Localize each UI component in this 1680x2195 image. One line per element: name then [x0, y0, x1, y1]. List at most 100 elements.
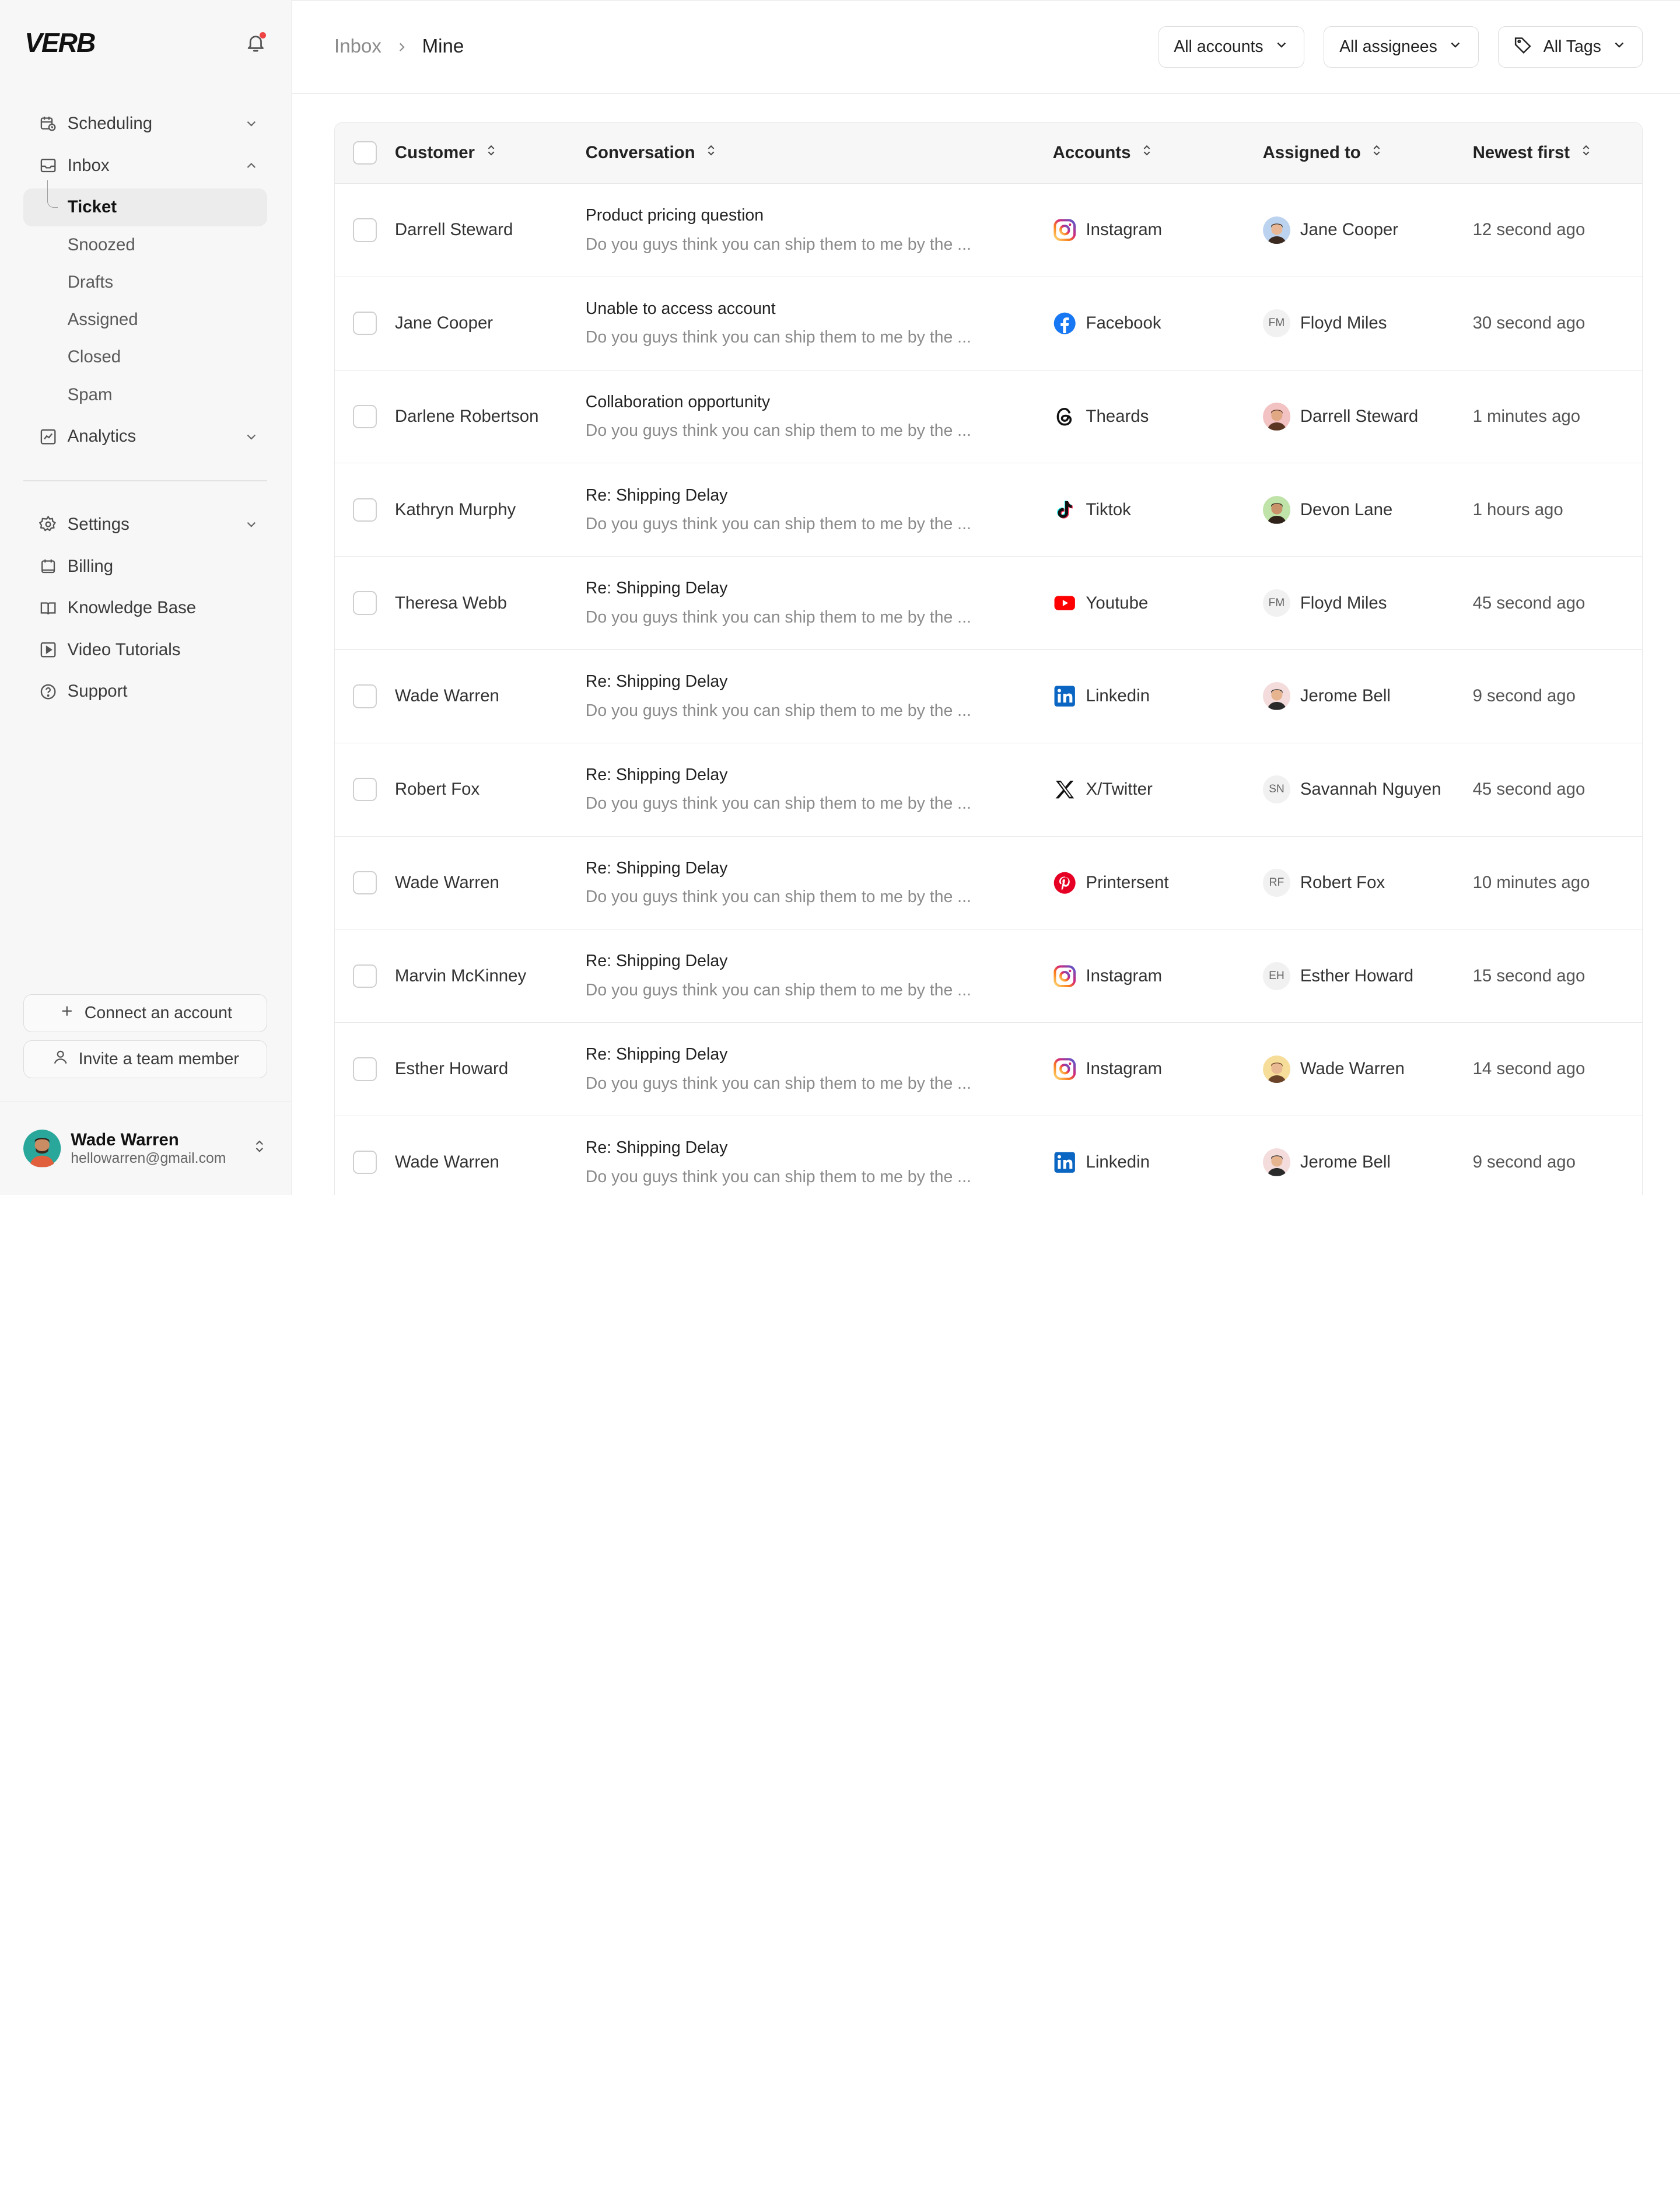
account-cell: Youtube — [1053, 591, 1263, 614]
row-checkbox[interactable] — [353, 404, 377, 429]
row-checkbox[interactable] — [353, 312, 377, 335]
conversation-cell[interactable]: Re: Shipping Delay Do you guys think you … — [586, 672, 1053, 721]
col-accounts[interactable]: Accounts — [1053, 142, 1263, 163]
nav-item-billing[interactable]: Billing — [23, 547, 267, 585]
customer-name: Esther Howard — [394, 1059, 509, 1079]
accounts-filter-dropdown[interactable]: All accounts — [1158, 26, 1305, 68]
conversation-cell[interactable]: Unable to access account Do you guys thin… — [586, 299, 1053, 348]
table-row[interactable]: Wade Warren Re: Shipping Delay Do you guys… — [334, 1116, 1643, 1195]
account-name: Linkedin — [1086, 686, 1150, 706]
row-checkbox[interactable] — [353, 1057, 377, 1081]
avatar: RF — [1262, 869, 1291, 897]
select-all-checkbox[interactable] — [353, 141, 377, 165]
row-checkbox[interactable] — [353, 871, 377, 895]
table-row[interactable]: Wade Warren Re: Shipping Delay Do you guys… — [334, 836, 1643, 930]
col-label: Customer — [394, 142, 475, 162]
account-cell: Linkedin — [1053, 684, 1263, 708]
invite-member-label: Invite a team member — [78, 1050, 239, 1069]
conversation-cell[interactable]: Re: Shipping Delay Do you guys think you … — [586, 1045, 1053, 1093]
user-email: hellowarren@gmail.com — [71, 1151, 226, 1167]
col-newest-first[interactable]: Newest first — [1473, 142, 1642, 163]
tags-filter-dropdown[interactable]: All Tags — [1497, 26, 1643, 68]
tag-icon — [1513, 35, 1532, 59]
row-checkbox[interactable] — [353, 684, 377, 708]
accounts-filter-label: All accounts — [1174, 37, 1264, 56]
nav-item-inbox[interactable]: Inbox — [23, 147, 267, 184]
assignees-filter-dropdown[interactable]: All assignees — [1324, 26, 1479, 68]
assignee-name: Jane Cooper — [1300, 220, 1399, 240]
table-row[interactable]: Theresa Webb Re: Shipping Delay Do you guy… — [334, 557, 1643, 650]
conversation-cell[interactable]: Re: Shipping Delay Do you guys think you … — [586, 486, 1053, 534]
table-row[interactable]: Robert Fox Re: Shipping Delay Do you guys … — [334, 743, 1643, 837]
nav-item-support[interactable]: Support — [23, 673, 267, 710]
customer-name: Wade Warren — [394, 872, 499, 892]
conversation-title: Re: Shipping Delay — [585, 1138, 728, 1157]
sub-item-drafts[interactable]: Drafts — [23, 264, 267, 301]
conversation-cell[interactable]: Re: Shipping Delay Do you guys think you … — [586, 859, 1053, 907]
conversation-cell[interactable]: Re: Shipping Delay Do you guys think you … — [586, 1138, 1053, 1187]
account-name: Instagram — [1086, 966, 1163, 985]
col-assigned[interactable]: Assigned to — [1263, 142, 1473, 163]
nav-item-analytics[interactable]: Analytics — [23, 418, 267, 455]
conversation-cell[interactable]: Re: Shipping Delay Do you guys think you … — [586, 766, 1053, 814]
col-label: Assigned to — [1262, 142, 1361, 162]
account-name: Linkedin — [1086, 1152, 1150, 1172]
conversation-cell[interactable]: Re: Shipping Delay Do you guys think you … — [586, 952, 1053, 1000]
connect-account-button[interactable]: Connect an account — [23, 994, 268, 1032]
user-profile[interactable]: Wade Warren hellowarren@gmail.com — [0, 1102, 291, 1195]
timestamp: 45 second ago — [1472, 593, 1586, 613]
row-checkbox[interactable] — [353, 964, 377, 988]
row-checkbox[interactable] — [353, 591, 377, 615]
nav-item-video-tutorials[interactable]: Video Tutorials — [23, 631, 267, 669]
table-row[interactable]: Kathryn Murphy Re: Shipping Delay Do you g… — [334, 463, 1643, 557]
sub-item-spam[interactable]: Spam — [23, 376, 267, 414]
row-checkbox[interactable] — [353, 498, 377, 522]
table-row[interactable]: Marvin McKinney Re: Shipping Delay Do you … — [334, 929, 1643, 1023]
assignee-cell: Devon Lane — [1262, 495, 1473, 524]
conversation-cell[interactable]: Product pricing question Do you guys thin… — [586, 206, 1053, 254]
sub-item-assigned[interactable]: Assigned — [23, 301, 267, 338]
col-customer[interactable]: Customer — [395, 142, 586, 163]
table-row[interactable]: Darrell Steward Product pricing question D… — [334, 184, 1643, 277]
row-checkbox[interactable] — [353, 777, 377, 802]
account-name: Instagram — [1086, 1059, 1163, 1079]
conversation-cell[interactable]: Re: Shipping Delay Do you guys think you … — [586, 579, 1053, 627]
conversation-preview: Do you guys think you can ship them to m… — [585, 701, 971, 720]
connect-account-label: Connect an account — [84, 1004, 232, 1023]
assignee-name: Robert Fox — [1300, 872, 1385, 892]
customer-name: Kathryn Murphy — [394, 499, 516, 519]
assignee-cell: FM Floyd Miles — [1262, 309, 1473, 338]
account-name: Tiktok — [1086, 499, 1131, 519]
chevron-up-icon — [244, 158, 259, 173]
assignees-filter-label: All assignees — [1339, 37, 1437, 56]
conversation-title: Product pricing question — [585, 206, 764, 225]
chevron-updown-icon[interactable] — [252, 1138, 267, 1159]
chevron-down-icon — [1448, 37, 1463, 57]
nav-item-scheduling[interactable]: Scheduling — [23, 105, 267, 142]
sub-item-snoozed[interactable]: Snoozed — [23, 226, 267, 264]
row-checkbox[interactable] — [353, 1151, 377, 1175]
sub-item-closed[interactable]: Closed — [23, 338, 267, 376]
table-row[interactable]: Wade Warren Re: Shipping Delay Do you guys… — [334, 649, 1643, 743]
chevron-down-icon — [1612, 37, 1627, 57]
conversation-preview: Do you guys think you can ship them to m… — [585, 515, 971, 534]
instagram-icon — [1053, 218, 1076, 242]
conversation-preview: Do you guys think you can ship them to m… — [585, 607, 971, 627]
col-conversation[interactable]: Conversation — [586, 142, 1053, 163]
sub-item-ticket[interactable]: Ticket — [23, 188, 268, 226]
col-label: Conversation — [585, 142, 695, 162]
assignee-cell: RF Robert Fox — [1262, 869, 1473, 897]
table-row[interactable]: Darlene Robertson Collaboration opportuni… — [334, 370, 1643, 464]
nav-item-knowledge-base[interactable]: Knowledge Base — [23, 589, 267, 627]
notification-bell-icon[interactable] — [244, 31, 267, 54]
breadcrumb-parent[interactable]: Inbox — [334, 36, 382, 58]
conversation-cell[interactable]: Collaboration opportunity Do you guys thi… — [586, 393, 1053, 441]
table-row[interactable]: Jane Cooper Unable to access account Do yo… — [334, 277, 1643, 371]
timestamp: 1 minutes ago — [1472, 407, 1581, 427]
nav-item-settings[interactable]: Settings — [23, 506, 267, 543]
chevron-down-icon — [244, 517, 259, 532]
row-checkbox[interactable] — [353, 218, 377, 242]
table-row[interactable]: Esther Howard Re: Shipping Delay Do you gu… — [334, 1023, 1643, 1116]
assignee-cell: SN Savannah Nguyen — [1262, 775, 1473, 804]
invite-member-button[interactable]: Invite a team member — [23, 1040, 268, 1078]
